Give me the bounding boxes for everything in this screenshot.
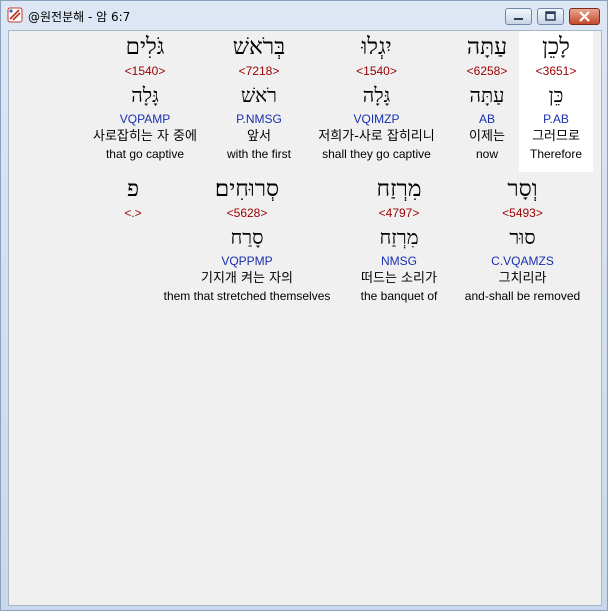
maximize-icon <box>545 11 556 21</box>
korean-gloss: 사로잡히는 자 중에 <box>93 129 197 144</box>
hebrew-word: סְרוּחִים׃ <box>214 176 280 202</box>
word-block[interactable]: סְרוּחִים׃ <5628> סָרַח VQPPMP 기지개 켜는 자의… <box>150 173 344 305</box>
english-gloss: the banquet of <box>360 289 438 303</box>
app-icon <box>7 7 23 23</box>
app-window: @원전분해 - 암 6:7 לָכֵן <3651> כֵּן P.AB 그러므… <box>0 0 608 611</box>
strong-number[interactable]: <5493> <box>455 205 590 221</box>
english-gloss: and-shall be removed <box>464 289 581 303</box>
close-icon <box>579 11 590 22</box>
morphology: VQPAMP <box>119 112 171 126</box>
korean-gloss: 저희가-사로 잡히리니 <box>318 129 435 144</box>
morphology: AB <box>478 112 495 126</box>
korean-gloss: 이제는 <box>469 129 505 144</box>
strong-number[interactable]: <3651> <box>519 63 593 79</box>
english-gloss: now <box>475 147 498 161</box>
english-gloss: with the first <box>226 147 292 161</box>
lemma: גָּלָה <box>362 83 391 107</box>
word-block[interactable]: עַתָּה <6258> עַתָּה AB 이제는 now <box>452 31 522 163</box>
korean-gloss: 앞서 <box>247 129 271 144</box>
morphology: C.VQAMZS <box>491 254 554 268</box>
korean-gloss: 그러므로 <box>532 129 580 144</box>
maximize-button[interactable] <box>537 8 564 25</box>
korean-gloss: 그치리라 <box>498 271 547 286</box>
lemma: כֵּן <box>548 83 564 107</box>
morphology: VQPPMP <box>221 254 273 268</box>
strong-number[interactable]: <5628> <box>150 205 344 221</box>
word-block[interactable]: לָכֵן <3651> כֵּן P.AB 그러므로 Therefore <box>519 31 593 172</box>
strong-number[interactable]: <.> <box>111 205 155 221</box>
english-gloss: them that stretched themselves <box>163 289 331 303</box>
hebrew-word: יִגְלוּ <box>361 34 392 60</box>
hebrew-word: לָכֵן <box>542 34 570 60</box>
english-gloss: Therefore <box>529 147 583 161</box>
english-gloss: that go captive <box>105 147 185 161</box>
strong-number[interactable]: <4797> <box>342 205 456 221</box>
lemma: רֹאשׁ <box>241 83 277 107</box>
lemma: סָרַח <box>230 225 264 249</box>
minimize-icon <box>514 18 523 20</box>
lemma: גָּלָה <box>131 83 159 107</box>
hebrew-word: בְּרֹאשׁ <box>232 34 286 60</box>
hebrew-word: וְסָר <box>507 176 538 202</box>
strong-number[interactable]: <1540> <box>77 63 213 79</box>
korean-gloss: 기지개 켜는 자의 <box>201 271 293 286</box>
strong-number[interactable]: <7218> <box>209 63 309 79</box>
lemma: עַתָּה <box>469 83 505 107</box>
word-analysis-panel: לָכֵן <3651> כֵּן P.AB 그러므로 Therefore עַ… <box>8 30 602 606</box>
close-button[interactable] <box>569 8 600 25</box>
window-title: @원전분해 - 암 6:7 <box>28 10 131 24</box>
word-block[interactable]: וְסָר <5493> סוּר C.VQAMZS 그치리라 and-shal… <box>455 173 590 305</box>
word-block[interactable]: גֹּלִים <1540> גָּלָה VQPAMP 사로잡히는 자 중에 … <box>77 31 213 163</box>
title-bar[interactable]: @원전분해 - 암 6:7 <box>1 1 607 29</box>
morphology: P.AB <box>543 112 569 126</box>
word-block[interactable]: בְּרֹאשׁ <7218> רֹאשׁ P.NMSG 앞서 with the… <box>209 31 309 163</box>
strong-number[interactable]: <1540> <box>304 63 449 79</box>
morphology: NMSG <box>381 254 417 268</box>
word-block[interactable]: יִגְלוּ <1540> גָּלָה VQIMZP 저희가-사로 잡히리니… <box>304 31 449 163</box>
hebrew-word: פ <box>126 176 140 202</box>
morphology: P.NMSG <box>236 112 282 126</box>
korean-gloss: 떠드는 소리가 <box>361 271 437 286</box>
hebrew-word: מִרְזַח <box>376 176 422 202</box>
lemma: מִרְזַח <box>379 225 419 249</box>
minimize-button[interactable] <box>505 8 532 25</box>
morphology: VQIMZP <box>353 112 400 126</box>
lemma: סוּר <box>509 225 536 249</box>
hebrew-word: גֹּלִים <box>125 34 165 60</box>
word-block[interactable]: מִרְזַח <4797> מִרְזַח NMSG 떠드는 소리가 the … <box>342 173 456 305</box>
english-gloss: shall they go captive <box>322 147 431 161</box>
hebrew-word: עַתָּה <box>466 34 508 60</box>
word-block[interactable]: פ <.> <box>111 173 155 221</box>
strong-number[interactable]: <6258> <box>452 63 522 79</box>
